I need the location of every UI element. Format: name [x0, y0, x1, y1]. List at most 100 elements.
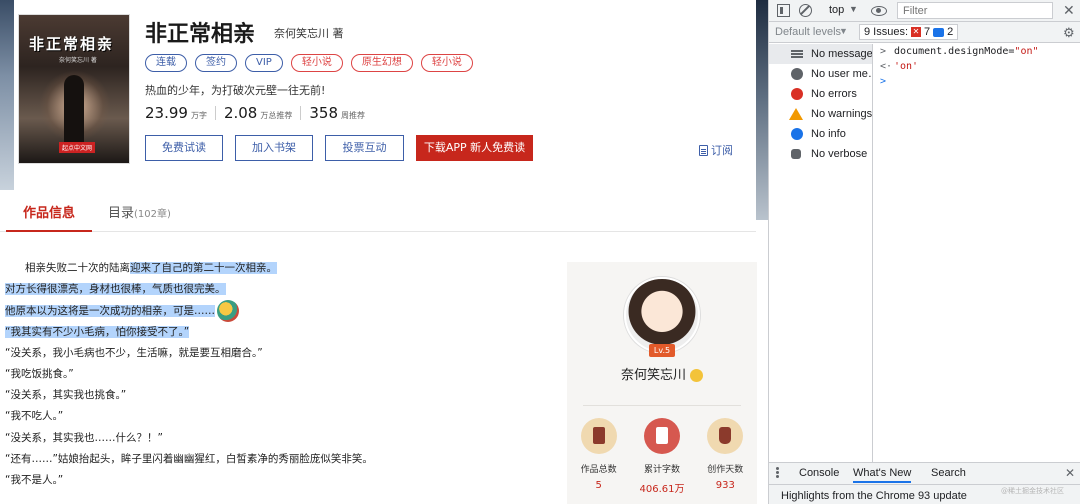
cover-title: 非正常相亲 — [29, 35, 115, 53]
intro-line: “还有……”姑娘抬起头，眸子里闪着幽幽猩红，白皙素净的秀丽脸庞似笑非笑。 — [5, 452, 373, 465]
intro-line: “没关系，其实我也……什么？！” — [5, 431, 163, 444]
author-name[interactable]: 奈何笑忘川 — [621, 368, 686, 383]
tab-table-of-contents[interactable]: 目录(102章) — [108, 200, 171, 232]
console-input-line: > document.designMode="on" — [874, 44, 1080, 59]
sidebar-item-user-messages[interactable]: No user me… — [769, 64, 872, 84]
console-output[interactable]: > document.designMode="on" <·'on' > — [874, 44, 1080, 462]
drawer-tabs: Console What's New Search ✕ — [769, 463, 1080, 485]
words-icon — [643, 418, 680, 454]
word-count-unit: 万字 — [190, 111, 207, 120]
console-toolbar: top ▼ ✕ — [769, 0, 1080, 22]
book-cover[interactable]: 非正常相亲 奈何笑忘川 著 起点中文网 — [18, 14, 130, 164]
add-to-shelf-button[interactable]: 加入书架 — [235, 135, 313, 161]
intro-line: “我不吃人。” — [5, 410, 64, 423]
close-icon[interactable]: ✕ — [1065, 466, 1075, 480]
vote-button[interactable]: 投票互动 — [325, 135, 404, 161]
kebab-menu-icon[interactable] — [776, 467, 779, 479]
tab-book-info[interactable]: 作品信息 — [6, 200, 92, 232]
subscribe-label: 订阅 — [711, 144, 733, 157]
return-arrow-icon: <· — [880, 61, 893, 72]
book-title: 非正常相亲 — [145, 22, 256, 47]
whats-new-headline: Highlights from the Chrome 93 update — [781, 490, 967, 502]
tag-serializing[interactable]: 连载 — [145, 54, 187, 72]
total-recommend-unit: 万总推荐 — [260, 111, 293, 120]
tab-toc-count: (102章) — [134, 209, 171, 220]
console-result: 'on' — [894, 61, 919, 72]
intro-line: “我不是人。” — [5, 473, 64, 486]
sidebar-item-messages[interactable]: No messages — [769, 44, 872, 64]
caret-down-icon[interactable]: ▼ — [839, 26, 848, 36]
author-badge-icon — [690, 369, 703, 382]
sidebar-item-warnings[interactable]: No warnings — [769, 104, 872, 124]
intro-line: “没关系，我小毛病也不少，生活嘛，就是要互相磨合。” — [5, 346, 263, 359]
error-icon — [791, 88, 803, 100]
tag-light-novel[interactable]: 轻小说 — [290, 54, 343, 72]
author-stat-label: 创作天数 — [707, 465, 744, 475]
tag-vip[interactable]: VIP — [245, 54, 283, 72]
sidebar-item-label: No warnings — [811, 108, 872, 120]
devtools-panel: top ▼ ✕ Default levels ▼ 9 Issues: ✕ 7 2… — [768, 0, 1080, 504]
console-prompt[interactable]: > — [874, 74, 1080, 89]
list-icon — [791, 48, 803, 60]
intro-line: “我吃饭挑食。” — [5, 367, 74, 380]
author-avatar[interactable] — [624, 277, 700, 353]
chevron-right-icon: > — [880, 76, 887, 87]
download-app-button[interactable]: 下载APP 新人免费读 — [416, 135, 533, 161]
intro-line: 相亲失败二十次的陆离迎来了自己的第二十一次相亲。 — [5, 258, 565, 279]
filter-input[interactable] — [897, 2, 1053, 19]
free-trial-button[interactable]: 免费试读 — [145, 135, 223, 161]
author-stat-value: 5 — [595, 480, 602, 491]
tab-search[interactable]: Search — [931, 467, 966, 479]
eye-icon[interactable] — [871, 6, 887, 16]
author-stat-label: 累计字数 — [643, 465, 680, 475]
tag-original-fantasy[interactable]: 原生幻想 — [350, 54, 413, 72]
bug-icon — [791, 149, 801, 159]
console-code: document.designMode= — [894, 46, 1015, 57]
book-stats: 23.99 万字 2.08 万总推荐 358 周推荐 — [145, 104, 365, 122]
tag-signed[interactable]: 签约 — [195, 54, 237, 72]
intro-text-selected: 迎来了自己的第二十一次相亲。 — [130, 262, 278, 274]
console-toolbar-levels: Default levels ▼ 9 Issues: ✕ 7 2 ⚙ — [769, 22, 1080, 43]
sidebar-item-info[interactable]: No info — [769, 124, 872, 144]
context-selector[interactable]: top — [829, 4, 844, 16]
tab-console[interactable]: Console — [799, 467, 839, 479]
book-intro: 相亲失败二十次的陆离迎来了自己的第二十一次相亲。 对方长得很漂亮，身材也很棒，气… — [5, 258, 565, 491]
book-author[interactable]: 奈何笑忘川 著 — [274, 25, 344, 41]
caret-down-icon[interactable]: ▼ — [849, 4, 858, 14]
author-stat-label: 作品总数 — [580, 465, 617, 475]
sticker-icon — [217, 300, 239, 323]
info-icon — [791, 128, 803, 140]
sidebar-item-label: No info — [811, 128, 846, 140]
page-background-left — [0, 0, 14, 190]
book-slogan: 热血的少年，为打破次元壁一往无前! — [145, 84, 326, 97]
stat-divider — [300, 106, 302, 120]
sidebar-item-verbose[interactable]: No verbose — [769, 144, 872, 164]
issues-label: 9 Issues: — [864, 26, 909, 38]
intro-text-selected: 他原本以为这将是一次成功的相亲，可是…… — [5, 305, 215, 318]
sidebar-item-label: No errors — [811, 88, 857, 100]
chevron-right-icon: > — [880, 46, 887, 57]
warning-icon — [789, 108, 803, 120]
sidebar-item-label: No user me… — [811, 68, 872, 80]
intro-line: “我其实有不少小毛病，怕你接受不了。” — [5, 322, 565, 343]
intro-line: 对方长得很漂亮，身材也很棒，气质也很完美。 — [5, 279, 565, 300]
sidebar-item-errors[interactable]: No errors — [769, 84, 872, 104]
issues-button[interactable]: 9 Issues: ✕ 7 2 — [859, 24, 959, 40]
watermark: @稀土掘金技术社区 — [1001, 487, 1064, 495]
user-icon — [791, 68, 803, 80]
intro-text-selected: 对方长得很漂亮，身材也很棒，气质也很完美。 — [5, 283, 226, 296]
tab-whats-new[interactable]: What's New — [853, 467, 912, 483]
gear-icon[interactable]: ⚙ — [1063, 25, 1075, 41]
author-stat-value: 933 — [715, 480, 735, 491]
clear-console-icon[interactable] — [799, 4, 812, 17]
page-background-right — [756, 0, 768, 220]
author-stats: 作品总数 5 累计字数 406.61万 创作天数 933 — [567, 418, 757, 495]
subscribe-link[interactable]: 订阅 — [699, 142, 733, 158]
sidebar-toggle-icon[interactable] — [777, 4, 790, 17]
tag-light-novel-2[interactable]: 轻小说 — [420, 54, 473, 72]
console-result-line: <·'on' — [874, 59, 1080, 74]
close-icon[interactable]: ✕ — [1063, 2, 1076, 18]
action-bar: 免费试读 加入书架 投票互动 下载APP 新人免费读 — [145, 135, 533, 161]
author-level-badge: Lv.5 — [649, 344, 675, 357]
log-levels-dropdown[interactable]: Default levels — [775, 26, 841, 38]
